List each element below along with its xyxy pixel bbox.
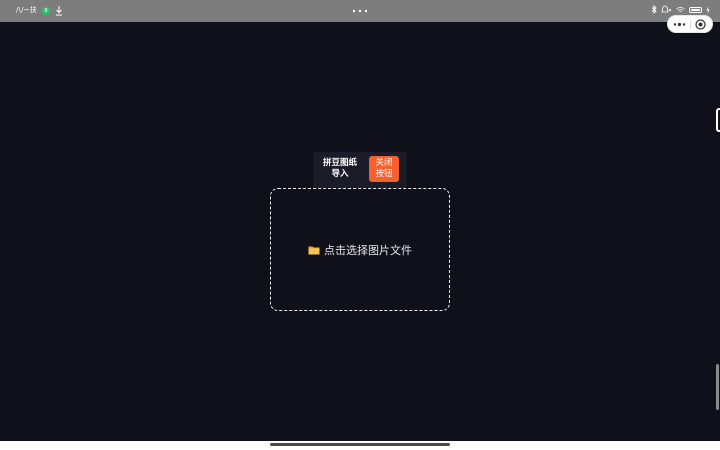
status-time: /\/~扶 <box>16 6 37 14</box>
home-indicator[interactable] <box>270 443 450 446</box>
toolbar-title-line1: 拼豆图纸 <box>322 158 357 168</box>
download-icon <box>55 5 62 15</box>
close-button[interactable]: 关闭 按钮 <box>369 156 399 182</box>
status-bar: /\/~扶 9 <box>0 0 720 22</box>
toolbar-title: 拼豆图纸 导入 <box>317 158 363 180</box>
miniprogram-capsule <box>667 15 713 33</box>
app-area: 拼豆图纸 导入 关闭 按钮 点击选择图片文件 <box>0 22 720 441</box>
close-button-line1: 关闭 <box>375 158 393 168</box>
capsule-divider <box>690 20 691 29</box>
target-close-icon[interactable] <box>695 19 706 30</box>
status-left: /\/~扶 9 <box>16 5 63 16</box>
screen: /\/~扶 9 拼豆图纸 导入 关闭 按钮 点击选择图片文件 <box>0 0 720 450</box>
more-dots-icon[interactable] <box>672 21 687 28</box>
scrollbar-thumb[interactable] <box>716 364 719 410</box>
battery-fill <box>691 8 700 11</box>
file-picker-dropzone[interactable]: 点击选择图片文件 <box>270 188 450 311</box>
close-button-line2: 按钮 <box>375 169 393 179</box>
bluetooth-icon <box>651 5 657 14</box>
status-dots-icon <box>352 9 368 13</box>
dropzone-label: 点击选择图片文件 <box>324 243 412 257</box>
folder-icon <box>308 246 320 254</box>
side-drawer-handle[interactable] <box>716 108 720 132</box>
notification-badge: 9 <box>41 6 50 15</box>
charging-icon <box>706 5 710 14</box>
status-right <box>651 5 710 14</box>
bottom-bar <box>0 441 720 450</box>
wifi-icon <box>676 6 685 12</box>
bell-muted-icon <box>661 5 672 13</box>
import-toolbar: 拼豆图纸 导入 关闭 按钮 <box>313 152 407 188</box>
battery-icon <box>689 6 702 13</box>
toolbar-title-line2: 导入 <box>331 169 349 179</box>
